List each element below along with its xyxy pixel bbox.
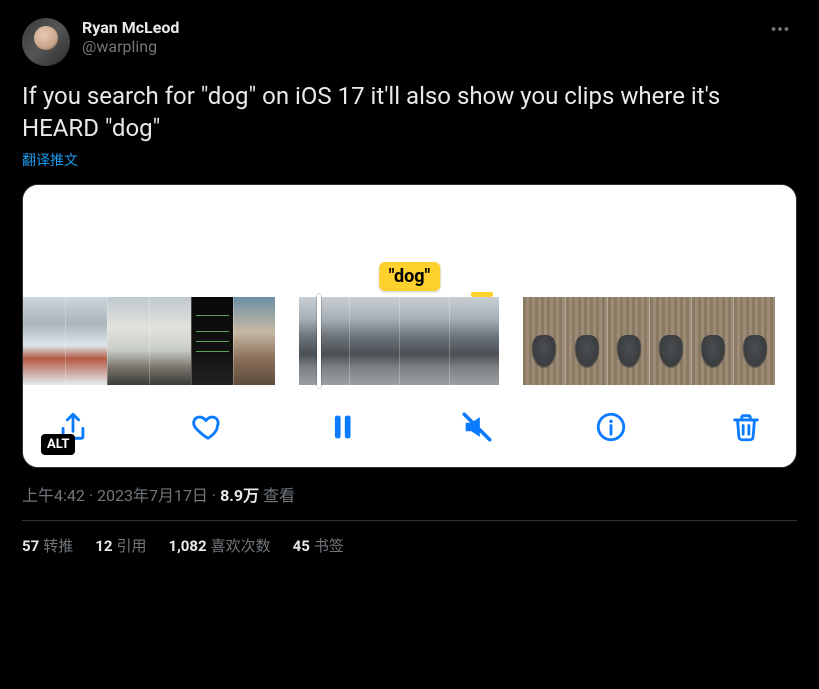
clip-group[interactable] [523, 297, 775, 385]
meta-time[interactable]: 上午4:42 [22, 486, 85, 505]
pause-button[interactable] [322, 407, 362, 447]
media-toolbar [23, 385, 796, 467]
clip-frame[interactable] [65, 297, 107, 385]
bookmarks-stat[interactable]: 45书签 [293, 535, 344, 556]
translate-link[interactable]: 翻译推文 [22, 150, 78, 170]
clip-group-active[interactable] [299, 297, 499, 385]
info-icon [594, 410, 628, 444]
views-label: 查看 [259, 486, 295, 505]
clip-frame[interactable] [649, 297, 691, 385]
alt-badge[interactable]: ALT [41, 434, 75, 455]
author-block[interactable]: Ryan McLeod @warpling [82, 18, 751, 56]
clip-frame[interactable] [191, 297, 233, 385]
like-button[interactable] [188, 407, 228, 447]
media-top: "dog" [23, 185, 796, 297]
keyword-tag: "dog" [379, 262, 441, 291]
clip-frame[interactable] [233, 297, 275, 385]
mute-icon [460, 410, 494, 444]
clip-frame[interactable] [733, 297, 775, 385]
clip-frame[interactable] [299, 297, 349, 385]
quotes-stat[interactable]: 12引用 [95, 535, 146, 556]
heart-icon [191, 410, 225, 444]
mute-button[interactable] [457, 407, 497, 447]
info-button[interactable] [591, 407, 631, 447]
views-count[interactable]: 8.9万 [220, 486, 259, 505]
clip-frame[interactable] [523, 297, 565, 385]
tweet-header: Ryan McLeod @warpling [22, 18, 797, 66]
clip-frame[interactable] [399, 297, 449, 385]
stats-row: 57转推 12引用 1,082喜欢次数 45书签 [22, 521, 797, 556]
trash-button[interactable] [726, 407, 766, 447]
likes-stat[interactable]: 1,082喜欢次数 [168, 535, 270, 556]
trash-icon [729, 410, 763, 444]
pause-icon [325, 410, 359, 444]
tweet: Ryan McLeod @warpling If you search for … [6, 6, 813, 556]
clip-frame[interactable] [149, 297, 191, 385]
clip-frame[interactable] [607, 297, 649, 385]
avatar[interactable] [22, 18, 70, 66]
clip-frame[interactable] [23, 297, 65, 385]
tweet-meta: 上午4:42 · 2023年7月17日 · 8.9万 查看 [22, 482, 797, 506]
clip-group[interactable] [23, 297, 275, 385]
tweet-text: If you search for "dog" on iOS 17 it'll … [22, 80, 797, 144]
clip-frame[interactable] [349, 297, 399, 385]
display-name: Ryan McLeod [82, 18, 751, 37]
ellipsis-icon [769, 18, 791, 40]
retweets-stat[interactable]: 57转推 [22, 535, 73, 556]
more-button[interactable] [763, 18, 797, 52]
handle: @warpling [82, 37, 751, 56]
media-card[interactable]: "dog" [22, 184, 797, 468]
clip-frame[interactable] [449, 297, 499, 385]
clip-frame[interactable] [565, 297, 607, 385]
clip-frame[interactable] [691, 297, 733, 385]
meta-date[interactable]: 2023年7月17日 [97, 486, 208, 505]
clip-frame[interactable] [107, 297, 149, 385]
video-timeline[interactable] [23, 297, 796, 385]
